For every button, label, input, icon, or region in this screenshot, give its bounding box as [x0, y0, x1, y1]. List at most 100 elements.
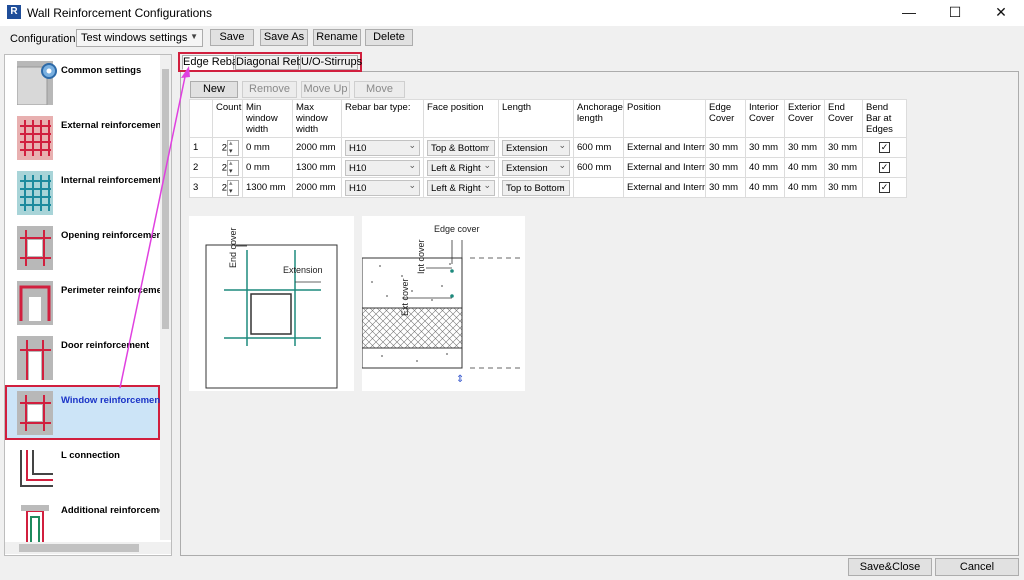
column-header[interactable]: Bend Bar at Edges	[862, 99, 907, 138]
min-width-cell[interactable]: 1300 mm	[242, 177, 293, 198]
tab-u-o-stirrups[interactable]: U/O-Stirrups	[300, 55, 362, 70]
column-header[interactable]: Exterior Cover	[784, 99, 825, 138]
column-header[interactable]: Length	[498, 99, 574, 138]
exterior-cover-cell[interactable]: 40 mm	[784, 177, 825, 198]
save-as-button[interactable]: Save As	[260, 29, 308, 46]
anchorage-length-cell[interactable]	[573, 177, 624, 198]
count-stepper[interactable]: 2	[212, 177, 243, 198]
length-select[interactable]: Top to Bottom	[502, 179, 570, 196]
face-position-select[interactable]: Left & Right	[427, 179, 495, 196]
maximize-button[interactable]: ☐	[932, 0, 978, 26]
cancel-button[interactable]: Cancel	[935, 558, 1019, 576]
table-row[interactable]: 3 2 1300 mm 2000 mm H10 Left & Right Top…	[189, 177, 907, 198]
spin-arrows-icon[interactable]	[227, 179, 239, 196]
sidebar-item-label: Additional reinforcement	[61, 505, 172, 516]
rebar-bar-type-select[interactable]: H10	[345, 179, 420, 196]
close-button[interactable]: ✕	[978, 0, 1024, 26]
sidebar-item-common-settings[interactable]: Common settings	[5, 55, 160, 110]
table-row[interactable]: 1 2 0 mm 2000 mm H10 Top & Bottom Extens…	[189, 137, 907, 158]
edge-cover-label: Edge cover	[434, 224, 480, 234]
min-width-cell[interactable]: 0 mm	[242, 137, 293, 158]
new-item-button[interactable]: New Item	[190, 81, 238, 110]
row-number: 1	[189, 137, 213, 158]
count-stepper[interactable]: 2	[212, 137, 243, 158]
end-cover-cell[interactable]: 30 mm	[824, 137, 863, 158]
scroll-thumb[interactable]	[162, 69, 169, 329]
configuration-select[interactable]: Test windows settings ▼	[76, 29, 203, 47]
sidebar-item-internal-reinforcement[interactable]: Internal reinforcement	[5, 165, 161, 220]
column-header[interactable]: Face position	[423, 99, 499, 138]
count-stepper[interactable]: 2	[212, 157, 243, 178]
end-cover-cell[interactable]: 30 mm	[824, 157, 863, 178]
sidebar-item-label: L connection	[61, 450, 120, 461]
sidebar-item-door-reinforcement[interactable]: Door reinforcement	[5, 330, 160, 385]
max-width-cell[interactable]: 2000 mm	[292, 177, 342, 198]
interior-cover-cell[interactable]: 40 mm	[745, 177, 785, 198]
column-header[interactable]: Max window width	[292, 99, 342, 138]
max-width-cell[interactable]: 2000 mm	[292, 137, 342, 158]
scroll-thumb[interactable]	[19, 544, 139, 552]
sidebar-item-external-reinforcement[interactable]: External reinforcement	[5, 110, 164, 165]
int-cover-label: Int cover	[416, 239, 426, 274]
sidebar-vertical-scrollbar[interactable]	[160, 55, 171, 540]
end-cover-cell[interactable]: 30 mm	[824, 177, 863, 198]
sidebar-item-label: Opening reinforcement	[61, 230, 166, 241]
move-up-button[interactable]: Move Up	[301, 81, 350, 98]
save-button[interactable]: Save	[210, 29, 254, 46]
tab-edge-rebar[interactable]: Edge Rebar	[182, 55, 242, 70]
max-width-cell[interactable]: 1300 mm	[292, 157, 342, 178]
column-header[interactable]: Edge Cover	[705, 99, 746, 138]
exterior-cover-cell[interactable]: 40 mm	[784, 157, 825, 178]
bend-bar-checkbox[interactable]: ✓	[879, 181, 890, 193]
end-cover-label: End cover	[228, 227, 238, 268]
reinforcement-category-list[interactable]: Common settings External reinforcement I…	[4, 54, 172, 556]
rename-button[interactable]: Rename	[313, 29, 361, 46]
anchorage-length-cell[interactable]: 600 mm	[573, 157, 624, 178]
door-icon	[17, 336, 53, 380]
edge-cover-cell[interactable]: 30 mm	[705, 137, 746, 158]
position-cell[interactable]: External and Internal	[623, 177, 706, 198]
position-cell[interactable]: External and Internal	[623, 157, 706, 178]
sidebar-horizontal-scrollbar[interactable]	[5, 542, 171, 554]
sidebar-item-perimeter-reinforcement[interactable]: Perimeter reinforcement	[5, 275, 171, 330]
column-header[interactable]: Interior Cover	[745, 99, 785, 138]
edge-cover-cell[interactable]: 30 mm	[705, 177, 746, 198]
edge-cover-cell[interactable]: 30 mm	[705, 157, 746, 178]
anchorage-length-cell[interactable]: 600 mm	[573, 137, 624, 158]
column-header	[189, 99, 213, 138]
face-position-select[interactable]: Top & Bottom	[427, 139, 495, 156]
column-header[interactable]: Count	[212, 99, 243, 138]
sidebar-item-window-reinforcement[interactable]: Window reinforcement	[5, 385, 163, 440]
length-select[interactable]: Extension	[502, 159, 570, 176]
column-header[interactable]: End Cover	[824, 99, 863, 138]
move-down-button[interactable]: Move Down	[354, 81, 405, 110]
tab-diagonal-rebar[interactable]: Diagonal Rebar	[235, 55, 312, 70]
min-width-cell[interactable]: 0 mm	[242, 157, 293, 178]
sidebar-item-opening-reinforcement[interactable]: Opening reinforcement	[5, 220, 166, 275]
spin-arrows-icon[interactable]	[227, 159, 239, 176]
window-icon	[17, 391, 53, 435]
configuration-colon: :	[66, 33, 70, 45]
column-header[interactable]: Anchorage length	[573, 99, 624, 138]
minimize-button[interactable]: —	[886, 0, 932, 26]
exterior-cover-cell[interactable]: 30 mm	[784, 137, 825, 158]
column-header[interactable]: Rebar bar type:	[341, 99, 424, 138]
remove-item-button[interactable]: Remove Item	[242, 81, 297, 110]
delete-button[interactable]: Delete	[365, 29, 413, 46]
interior-cover-cell[interactable]: 40 mm	[745, 157, 785, 178]
sidebar-item-l-connection[interactable]: L connection	[5, 440, 160, 495]
bend-bar-checkbox[interactable]: ✓	[879, 161, 890, 173]
l-connection-icon	[17, 446, 53, 490]
rebar-bar-type-select[interactable]: H10	[345, 159, 420, 176]
rebar-bar-type-select[interactable]: H10	[345, 139, 420, 156]
face-position-select[interactable]: Left & Right	[427, 159, 495, 176]
column-header[interactable]: Min window width	[242, 99, 293, 138]
length-select[interactable]: Extension	[502, 139, 570, 156]
interior-cover-cell[interactable]: 30 mm	[745, 137, 785, 158]
position-cell[interactable]: External and Internal	[623, 137, 706, 158]
save-close-button[interactable]: Save&Close	[848, 558, 932, 576]
table-row[interactable]: 2 2 0 mm 1300 mm H10 Left & Right Extens…	[189, 157, 907, 178]
bend-bar-checkbox[interactable]: ✓	[879, 141, 890, 153]
spin-arrows-icon[interactable]	[227, 139, 239, 156]
column-header[interactable]: Position	[623, 99, 706, 138]
